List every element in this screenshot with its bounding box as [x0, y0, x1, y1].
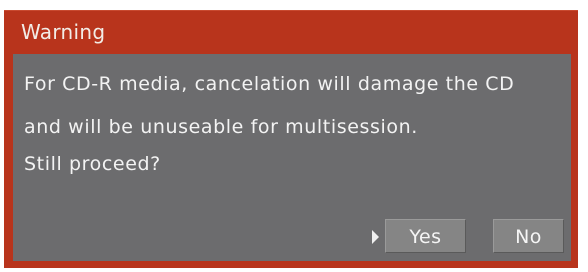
message-line-2: and will be unuseable for multisession.: [24, 116, 418, 138]
warning-dialog: Warning For CD-R media, cancelation will…: [4, 10, 578, 268]
dialog-title: Warning: [21, 20, 106, 44]
message-line-1: For CD-R media, cancelation will damage …: [24, 73, 515, 95]
selection-cursor-icon: [372, 230, 379, 244]
dialog-body: For CD-R media, cancelation will damage …: [13, 54, 571, 261]
message-line-3: Still proceed?: [24, 153, 161, 175]
dialog-titlebar: Warning: [4, 11, 578, 53]
yes-button[interactable]: Yes: [385, 219, 466, 253]
no-button[interactable]: No: [493, 219, 564, 253]
